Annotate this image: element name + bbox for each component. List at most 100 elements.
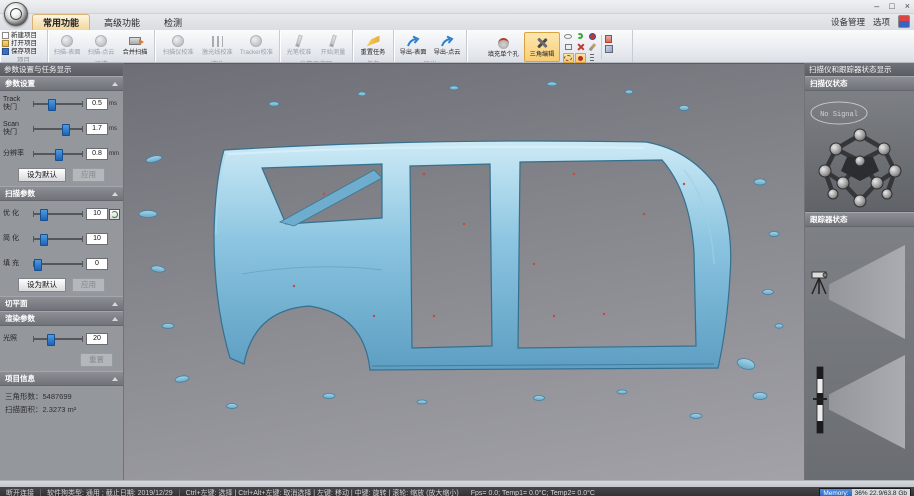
save-project-button[interactable]: 保存项目 [2, 47, 37, 55]
help-icon[interactable] [898, 15, 910, 28]
menu-device-management[interactable]: 设备管理 [831, 16, 865, 28]
lighting-slider[interactable] [33, 338, 83, 340]
start-measure-label: 开始测量 [321, 49, 346, 56]
fill-value[interactable]: 0 [86, 258, 108, 270]
new-project-button[interactable]: 新建项目 [2, 31, 37, 39]
track-shutter-label: Track快门 [3, 96, 30, 112]
merge-scan-button[interactable]: 合并扫描 [119, 31, 152, 59]
export-pointcloud-button[interactable]: 导出-点云 [431, 31, 465, 59]
resolution-slider[interactable] [33, 153, 83, 155]
brush-select-icon[interactable] [575, 53, 586, 63]
lighting-value[interactable]: 20 [86, 333, 108, 345]
optimize-value[interactable]: 10 [86, 208, 108, 220]
scanner-calibration-label: 扫描仪校准 [163, 49, 194, 56]
close-button[interactable]: × [905, 0, 910, 13]
scan-pointcloud-button[interactable]: 扫描-点云 [84, 31, 117, 59]
scan-surface-button[interactable]: 扫描-表面 [50, 31, 83, 59]
scanner-calibration-button[interactable]: 扫描仪校准 [159, 31, 197, 59]
maximize-button[interactable]: □ [889, 0, 894, 13]
section-header-tracker-status[interactable]: 跟踪器状态 [805, 212, 914, 227]
set-default-button[interactable]: 设为默认 [18, 168, 66, 182]
bottom-strip [0, 480, 914, 487]
scan-shutter-row: Scan快门 1.7 ms [0, 116, 123, 141]
app-logo-icon[interactable] [4, 2, 28, 26]
triangle-edit-label: 三角编辑 [529, 51, 554, 58]
merge-arrow-icon [129, 37, 141, 45]
section-header-render-parameters[interactable]: 渲染参数 [0, 311, 123, 326]
car-body-scan [124, 64, 804, 480]
trash-icon[interactable] [605, 35, 613, 43]
set-default-button[interactable]: 设为默认 [18, 278, 66, 292]
fill-single-hole-button[interactable]: 填充单个孔 [485, 33, 523, 61]
viewport-3d[interactable] [124, 63, 804, 480]
collapse-arrow-icon [112, 377, 118, 381]
reset-button[interactable]: 重置 [80, 353, 113, 367]
scan-shutter-slider[interactable] [33, 128, 83, 130]
open-folder-icon [2, 40, 9, 47]
lasso-select-icon[interactable] [563, 53, 574, 63]
optimize-slider[interactable] [33, 213, 83, 215]
scan-shutter-unit: ms [108, 126, 120, 132]
reset-task-button[interactable]: 重置任务 [356, 31, 390, 59]
tracker-calibration-button[interactable]: Tracker校准 [237, 31, 275, 59]
delete-selection-icon[interactable] [575, 42, 586, 52]
fill-slider[interactable] [33, 263, 83, 265]
application-window: – □ × 常用功能 高级功能 检测 设备管理 选项 新建项目 打开项目 [0, 0, 914, 496]
section-header-scan-parameters[interactable]: 扫描参数 [0, 186, 123, 201]
simplify-row: 简 化 10 [0, 226, 123, 251]
visibility-toggle-icon[interactable] [563, 31, 574, 41]
track-shutter-slider[interactable] [33, 103, 83, 105]
rectangle-select-icon[interactable] [563, 42, 574, 52]
minimize-button[interactable]: – [874, 0, 879, 13]
collapse-arrow-icon [112, 302, 118, 306]
list-options-icon[interactable] [587, 53, 598, 63]
scan-surface-label: 扫描-表面 [53, 49, 80, 56]
open-project-label: 打开项目 [11, 40, 37, 47]
apply-button[interactable]: 应用 [72, 278, 105, 292]
selection-tool-grid [563, 31, 598, 63]
connection-status[interactable]: 断开连接 [0, 488, 40, 496]
export-surface-button[interactable]: 导出-表面 [396, 31, 430, 59]
save-disk-icon [2, 48, 9, 55]
apply-button[interactable]: 应用 [72, 168, 105, 182]
group-label-calibration: 校准 [155, 60, 279, 62]
record-icon[interactable] [587, 31, 598, 41]
menu-options[interactable]: 选项 [873, 16, 890, 28]
track-shutter-value[interactable]: 0.5 [86, 98, 108, 110]
collapse-arrow-icon [112, 82, 118, 86]
open-project-button[interactable]: 打开项目 [2, 39, 37, 47]
resolution-value[interactable]: 0.8 [86, 148, 108, 160]
simplify-value[interactable]: 10 [86, 233, 108, 245]
laser-calibration-button[interactable]: 激光线校准 [198, 31, 236, 59]
section-header-parameter-settings[interactable]: 参数设置 [0, 76, 123, 91]
section-header-scanner-status[interactable]: 扫描仪状态 [805, 76, 914, 91]
parameter-settings-label: 参数设置 [5, 77, 35, 90]
probe-calibration-button[interactable]: 光笔校准 [282, 31, 316, 59]
optimize-refresh-button[interactable] [109, 209, 120, 220]
refresh-icon[interactable] [575, 31, 586, 41]
fill-row: 填 充 0 [0, 251, 123, 276]
edit-pencil-icon[interactable] [587, 42, 598, 52]
scan-shutter-value[interactable]: 1.7 [86, 123, 108, 135]
ribbon-group-scan: 扫描-表面 扫描-点云 合并扫描 扫描 [48, 30, 155, 62]
tracker-fov-cone [829, 245, 905, 339]
tracker-status-box [805, 227, 914, 480]
scan-area-line: 扫描面积：2.3273 m² [5, 403, 118, 416]
memory-fill: Memory: [820, 489, 851, 496]
tab-advanced-functions[interactable]: 高级功能 [94, 15, 150, 30]
tab-common-functions[interactable]: 常用功能 [32, 14, 90, 30]
group-label-probe-workspace: 光笔工作区 [280, 60, 352, 62]
fill-label: 填 充 [3, 260, 30, 268]
track-shutter-row: Track快门 0.5 ms [0, 91, 123, 116]
tab-inspection[interactable]: 检测 [154, 15, 192, 30]
simplify-label: 简 化 [3, 235, 30, 243]
start-measure-button[interactable]: 开始测量 [317, 31, 351, 59]
section-header-project-info[interactable]: 项目信息 [0, 371, 123, 386]
section-header-cut-plane[interactable]: 切平面 [0, 296, 123, 311]
window-controls: – □ × [874, 0, 910, 13]
simplify-slider[interactable] [33, 238, 83, 240]
zoom-selection-icon[interactable] [605, 45, 613, 53]
export-pointcloud-label: 导出-点云 [434, 49, 461, 56]
triangle-edit-button[interactable]: 三角编辑 [524, 32, 560, 62]
memory-value: 36% 22.9/63.8 Gb [852, 489, 910, 496]
